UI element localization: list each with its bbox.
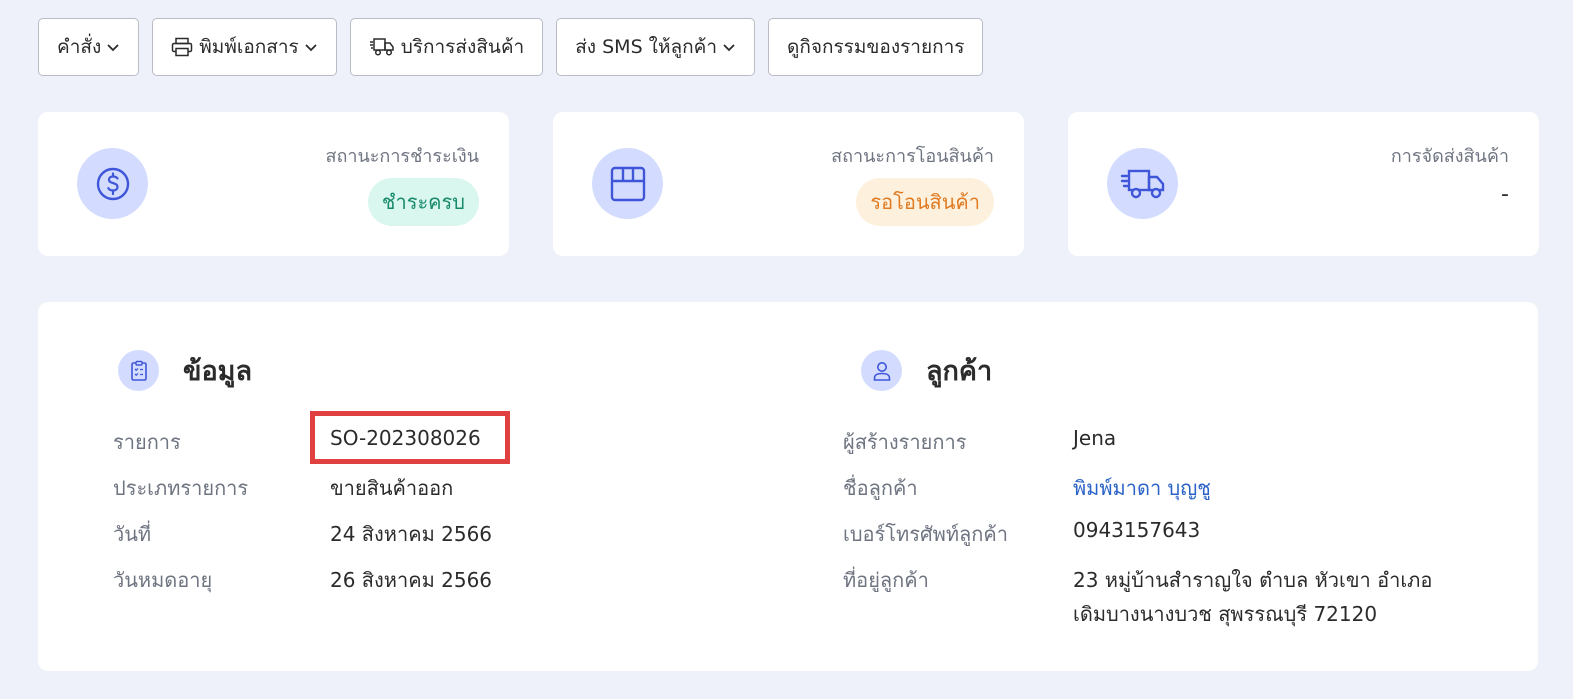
shipping-label: บริการส่งสินค้า xyxy=(400,36,525,58)
truck-icon xyxy=(1107,148,1178,219)
creator-label: ผู้สร้างรายการ xyxy=(843,430,967,454)
chevron-down-icon xyxy=(106,40,120,54)
customer-section-header: ลูกค้า xyxy=(861,349,992,392)
print-document-button[interactable]: พิมพ์เอกสาร xyxy=(152,18,337,76)
customer-name-label: ชื่อลูกค้า xyxy=(843,476,918,500)
truck-icon xyxy=(369,37,395,57)
order-type-value: ขายสินค้าออก xyxy=(330,476,454,500)
print-label: พิมพ์เอกสาร xyxy=(199,36,299,58)
info-section-title: ข้อมูล xyxy=(183,356,253,387)
delivery-status-value: - xyxy=(1501,182,1509,207)
dollar-circle-icon xyxy=(77,148,148,219)
customer-address-label: ที่อยู่ลูกค้า xyxy=(843,568,929,592)
payment-status-card: สถานะการชำระเงิน ชำระครบ xyxy=(38,112,509,256)
printer-icon xyxy=(171,37,193,57)
creator-value: Jena xyxy=(1073,426,1117,450)
send-sms-dropdown-button[interactable]: ส่ง SMS ให้ลูกค้า xyxy=(556,18,755,76)
payment-status-label: สถานะการชำระเงิน xyxy=(325,146,479,167)
order-number-highlight-box xyxy=(310,411,510,464)
customer-address-line2: เดิมบางนางบวช สุพรรณบุรี 72120 xyxy=(1073,602,1378,626)
command-dropdown-button[interactable]: คำสั่ง xyxy=(38,18,140,76)
transfer-status-label: สถานะการโอนสินค้า xyxy=(831,146,994,167)
chevron-down-icon xyxy=(304,40,318,54)
shipping-service-button[interactable]: บริการส่งสินค้า xyxy=(349,18,544,76)
activity-label: ดูกิจกรรมของรายการ xyxy=(787,36,965,58)
expiry-date-label: วันหมดอายุ xyxy=(113,568,213,592)
transfer-status-badge: รอโอนสินค้า xyxy=(856,178,994,226)
customer-address-line1: 23 หมู่บ้านสำราญใจ ตำบล หัวเขา อำเภอ xyxy=(1073,568,1433,592)
sms-label: ส่ง SMS ให้ลูกค้า xyxy=(575,36,717,58)
action-toolbar: คำสั่ง พิมพ์เอกสาร บริการส่งสินค้า ส่ง S… xyxy=(38,18,984,76)
info-section-header: ข้อมูล xyxy=(118,349,252,392)
transfer-status-card: สถานะการโอนสินค้า รอโอนสินค้า xyxy=(553,112,1024,256)
command-label: คำสั่ง xyxy=(57,36,102,58)
expiry-date-value: 26 สิงหาคม 2566 xyxy=(330,568,493,592)
user-icon xyxy=(861,350,902,391)
delivery-status-label: การจัดส่งสินค้า xyxy=(1390,146,1509,167)
order-details-panel: ข้อมูล รายการ SO-202308026 ประเภทรายการ … xyxy=(38,302,1538,671)
order-date-value: 24 สิงหาคม 2566 xyxy=(330,522,493,546)
customer-name-link[interactable]: พิมพ์มาดา บุญชู xyxy=(1073,472,1211,504)
customer-phone-value: 0943157643 xyxy=(1073,518,1201,542)
customer-section-title: ลูกค้า xyxy=(926,356,993,387)
chevron-down-icon xyxy=(722,40,736,54)
box-icon xyxy=(592,148,663,219)
delivery-status-card: การจัดส่งสินค้า - xyxy=(1068,112,1539,256)
clipboard-icon xyxy=(118,350,159,391)
customer-phone-label: เบอร์โทรศัพท์ลูกค้า xyxy=(843,522,1008,546)
view-activity-button[interactable]: ดูกิจกรรมของรายการ xyxy=(768,18,984,76)
order-date-label: วันที่ xyxy=(113,522,152,546)
payment-status-badge: ชำระครบ xyxy=(367,178,479,226)
order-number-label: รายการ xyxy=(113,430,181,454)
order-type-label: ประเภทรายการ xyxy=(113,476,249,500)
